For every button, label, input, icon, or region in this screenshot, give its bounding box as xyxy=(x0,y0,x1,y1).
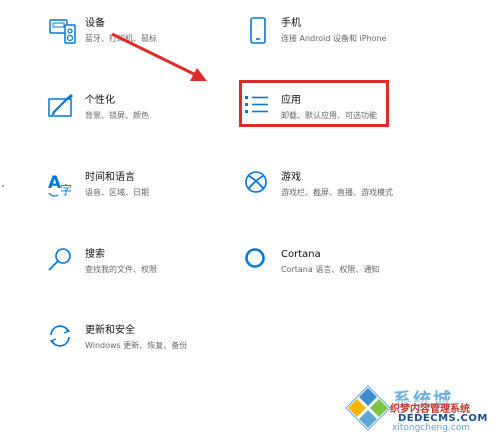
tile-time-language[interactable]: A 字 时间和语言 语音、区域、日期 xyxy=(48,171,258,217)
tile-title: 时间和语言 xyxy=(85,172,135,183)
tile-title: 个性化 xyxy=(85,95,115,106)
phone-icon xyxy=(250,17,266,44)
tile-description: 游戏栏、截屏、直播、游戏模式 xyxy=(281,188,393,197)
update-icon xyxy=(49,325,71,347)
highlight-box xyxy=(239,80,389,127)
tile-description: 语音、区域、日期 xyxy=(85,188,149,197)
xbox-icon xyxy=(245,171,267,193)
personalization-icon xyxy=(48,94,74,117)
time-language-icon: A 字 xyxy=(48,173,72,197)
tile-title: 手机 xyxy=(281,18,301,29)
tile-description: 查找我的文件、权限 xyxy=(85,265,157,274)
tile-title: 更新和安全 xyxy=(85,325,135,336)
tile-description: 背景、锁屏、颜色 xyxy=(85,111,149,120)
watermark-url: xitongcheng.com xyxy=(392,423,470,433)
tile-update-security[interactable]: 更新和安全 Windows 更新、恢复、备份 xyxy=(48,324,258,370)
tile-cortana[interactable]: Cortana Cortana 语言、权限、通知 xyxy=(244,248,454,294)
tile-gaming[interactable]: 游戏 游戏栏、截屏、直播、游戏模式 xyxy=(244,171,454,217)
tile-personalization[interactable]: 个性化 背景、锁屏、颜色 xyxy=(48,94,258,140)
devices-icon xyxy=(49,19,76,44)
edge-mark xyxy=(2,185,4,187)
tile-devices[interactable]: 设备 蓝牙、打印机、鼠标 xyxy=(48,17,258,63)
tile-description: Windows 更新、恢复、备份 xyxy=(85,341,188,350)
tile-description: 连接 Android 设备和 iPhone xyxy=(281,34,387,43)
tile-phone[interactable]: 手机 连接 Android 设备和 iPhone xyxy=(244,17,454,63)
tile-description: 蓝牙、打印机、鼠标 xyxy=(85,34,157,43)
tile-title: 搜索 xyxy=(85,249,105,260)
svg-text:字: 字 xyxy=(60,182,72,197)
tile-description: Cortana 语言、权限、通知 xyxy=(281,265,380,274)
tile-title: 设备 xyxy=(85,18,105,29)
tile-title: Cortana xyxy=(281,249,321,260)
tile-search[interactable]: 搜索 查找我的文件、权限 xyxy=(48,248,258,294)
tile-title: 游戏 xyxy=(281,172,301,183)
cortana-icon xyxy=(245,248,265,268)
search-icon xyxy=(48,248,71,271)
